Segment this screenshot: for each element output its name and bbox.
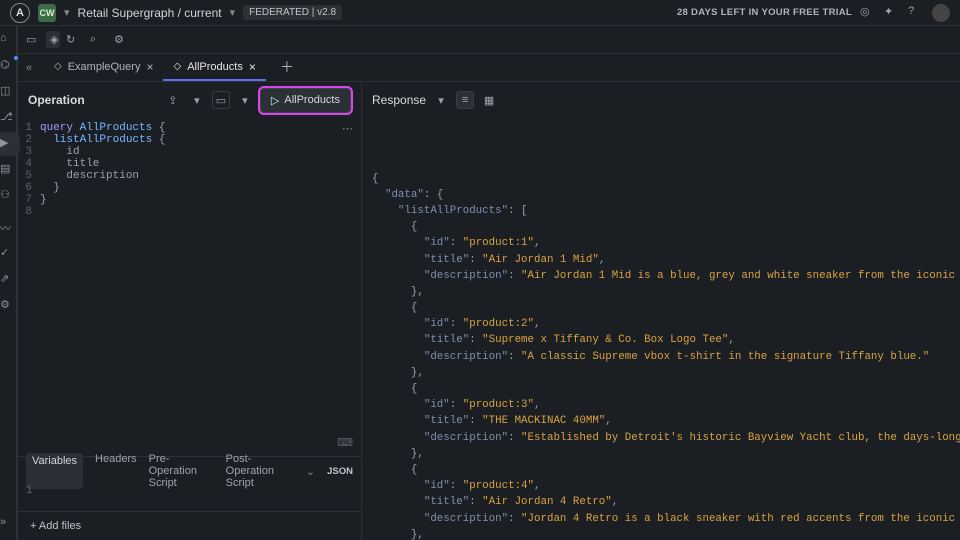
query-editor[interactable]: ⋯ 1query AllProducts {2 listAllProducts …: [18, 118, 361, 456]
nav-rail: ⌂ ⌬ ◫ ⎇ ▶ ▤ ⚇ 〰 ✓ ⇗ ⚙ »: [0, 26, 17, 540]
chevron-down-icon[interactable]: ▾: [188, 91, 206, 109]
layout-icon[interactable]: ≡: [456, 91, 474, 109]
graph-icon[interactable]: ◫: [0, 84, 16, 100]
org-badge[interactable]: CW: [38, 4, 56, 22]
vars-tab[interactable]: Headers: [95, 453, 137, 489]
add-files-button[interactable]: + Add files: [18, 511, 361, 540]
save-icon[interactable]: ▭: [212, 91, 230, 109]
settings-icon[interactable]: ⚙: [0, 298, 16, 314]
operation-header: Operation ⇪ ▾ ▭ ▾ ▷ AllProducts: [18, 82, 361, 118]
federation-badge: FEDERATED | v2.8: [243, 5, 342, 20]
response-header: Response ▾ ≡ ▦ 200752ms4.0KB: [362, 82, 960, 118]
operation-title: Operation: [28, 93, 85, 107]
expand-icon[interactable]: »: [0, 516, 16, 532]
schema-icon[interactable]: ⌬: [0, 58, 16, 74]
rocket-icon[interactable]: ⇗: [0, 272, 16, 288]
activity-icon[interactable]: 〰: [0, 220, 16, 236]
history-icon[interactable]: ↻: [66, 33, 80, 46]
apollo-logo[interactable]: A: [10, 3, 30, 23]
bookmark-icon: ◇: [54, 61, 62, 72]
branch-icon[interactable]: ⎇: [0, 110, 16, 126]
variables-tabs: VariablesHeadersPre-Operation ScriptPost…: [18, 457, 361, 485]
more-icon[interactable]: ⋯: [342, 122, 353, 136]
close-icon[interactable]: ×: [146, 60, 153, 74]
home-icon[interactable]: ⌂: [0, 32, 16, 48]
chevron-down-icon[interactable]: ▾: [230, 6, 236, 19]
help-icon[interactable]: ?: [908, 5, 924, 21]
keyboard-icon[interactable]: ⌨: [337, 436, 353, 450]
chevron-down-icon[interactable]: ▾: [432, 91, 450, 109]
bookmark-icon[interactable]: ◈: [46, 31, 60, 48]
vars-tab[interactable]: Post-Operation Script: [226, 453, 294, 489]
close-icon[interactable]: ×: [249, 60, 256, 74]
settings-icon[interactable]: ⚙: [114, 33, 128, 46]
notifications-icon[interactable]: ✦: [884, 5, 900, 21]
editor-toolbar: ▭ ◈ ↻ ⌕ ⚙: [18, 26, 960, 54]
breadcrumb[interactable]: Retail Supergraph / current: [78, 6, 222, 20]
table-icon[interactable]: ▦: [480, 91, 498, 109]
check-icon[interactable]: ✓: [0, 246, 16, 262]
play-icon: ▷: [271, 94, 279, 107]
chevron-down-icon[interactable]: ⌄: [306, 465, 315, 478]
tab[interactable]: ◇AllProducts×: [163, 54, 265, 81]
eye-icon[interactable]: ◎: [860, 5, 876, 21]
collapse-left-icon[interactable]: «: [26, 54, 44, 81]
avatar[interactable]: [932, 4, 950, 22]
clipboard-icon[interactable]: ▤: [0, 162, 16, 178]
trial-notice[interactable]: 28 DAYS LEFT IN YOUR FREE TRIAL: [677, 7, 852, 18]
topbar: A CW ▾ Retail Supergraph / current ▾ FED…: [0, 0, 960, 26]
json-badge: JSON: [327, 466, 353, 477]
share-icon[interactable]: ⇪: [164, 91, 182, 109]
vars-tab[interactable]: Pre-Operation Script: [149, 453, 214, 489]
tab-bar: « ◇ExampleQuery×◇AllProducts× ＋: [18, 54, 960, 82]
add-tab[interactable]: ＋: [266, 54, 308, 81]
vars-tab[interactable]: Variables: [26, 453, 83, 489]
response-title: Response: [372, 93, 426, 107]
plus-icon: ＋: [276, 57, 298, 77]
response-body[interactable]: ⧉▣ { "data": { "listAllProducts": [ { "i…: [362, 118, 960, 540]
tab[interactable]: ◇ExampleQuery×: [44, 54, 163, 81]
file-icon[interactable]: ▭: [26, 33, 40, 46]
chevron-down-icon[interactable]: ▾: [64, 6, 70, 19]
chevron-down-icon[interactable]: ▾: [236, 91, 254, 109]
people-icon[interactable]: ⚇: [0, 188, 16, 204]
bookmark-icon: ◇: [173, 61, 181, 72]
search-icon[interactable]: ⌕: [90, 33, 104, 46]
run-button[interactable]: ▷ AllProducts: [260, 88, 351, 113]
explorer-icon[interactable]: ▶: [0, 136, 16, 152]
